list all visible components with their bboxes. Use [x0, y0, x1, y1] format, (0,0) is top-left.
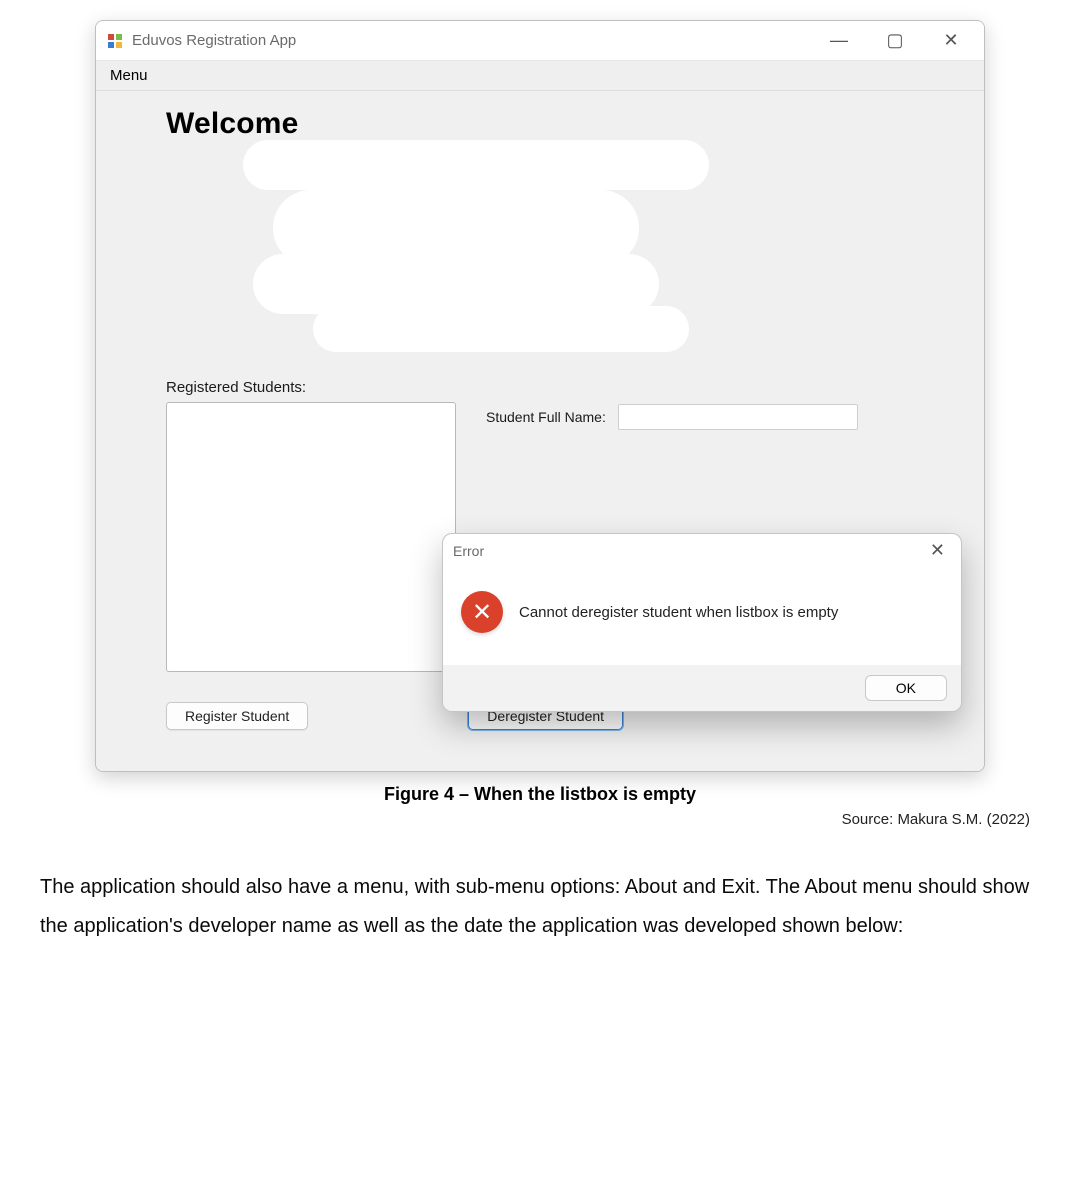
error-icon-glyph: ✕	[472, 598, 492, 627]
window-title: Eduvos Registration App	[132, 32, 296, 49]
close-button[interactable]: ✕	[936, 30, 966, 51]
dialog-title: Error	[453, 543, 484, 559]
dialog-footer: OK	[443, 665, 961, 711]
dialog-close-button[interactable]: ✕	[924, 540, 951, 561]
app-icon	[106, 32, 124, 50]
register-student-button[interactable]: Register Student	[166, 702, 308, 730]
error-dialog: Error ✕ ✕ Cannot deregister student when…	[442, 533, 962, 712]
error-icon: ✕	[461, 591, 503, 633]
menubar: Menu	[96, 61, 984, 91]
titlebar: Eduvos Registration App — ▢ ✕	[96, 21, 984, 61]
figure-caption: Figure 4 – When the listbox is empty	[95, 784, 985, 805]
dialog-body: ✕ Cannot deregister student when listbox…	[443, 567, 961, 665]
menu-item-menu[interactable]: Menu	[110, 67, 148, 84]
maximize-button[interactable]: ▢	[880, 30, 910, 51]
registered-students-label: Registered Students:	[166, 379, 914, 396]
dialog-message: Cannot deregister student when listbox i…	[519, 604, 838, 621]
window-controls: — ▢ ✕	[824, 30, 978, 51]
fullname-row: Student Full Name:	[486, 404, 914, 430]
client-area: Welcome Registered Students: Student Ful…	[96, 91, 984, 771]
dialog-ok-button[interactable]: OK	[865, 675, 947, 701]
redacted-area	[166, 149, 914, 349]
fullname-label: Student Full Name:	[486, 409, 606, 425]
students-listbox[interactable]	[166, 402, 456, 672]
right-column: Student Full Name:	[486, 402, 914, 430]
instruction-paragraph: The application should also have a menu,…	[40, 868, 1040, 946]
minimize-button[interactable]: —	[824, 30, 854, 51]
figure-source: Source: Makura S.M. (2022)	[50, 811, 1030, 828]
main-window: Eduvos Registration App — ▢ ✕ Menu Welco…	[95, 20, 985, 772]
dialog-titlebar: Error ✕	[443, 534, 961, 567]
fullname-input[interactable]	[618, 404, 858, 430]
welcome-heading: Welcome	[166, 107, 914, 141]
